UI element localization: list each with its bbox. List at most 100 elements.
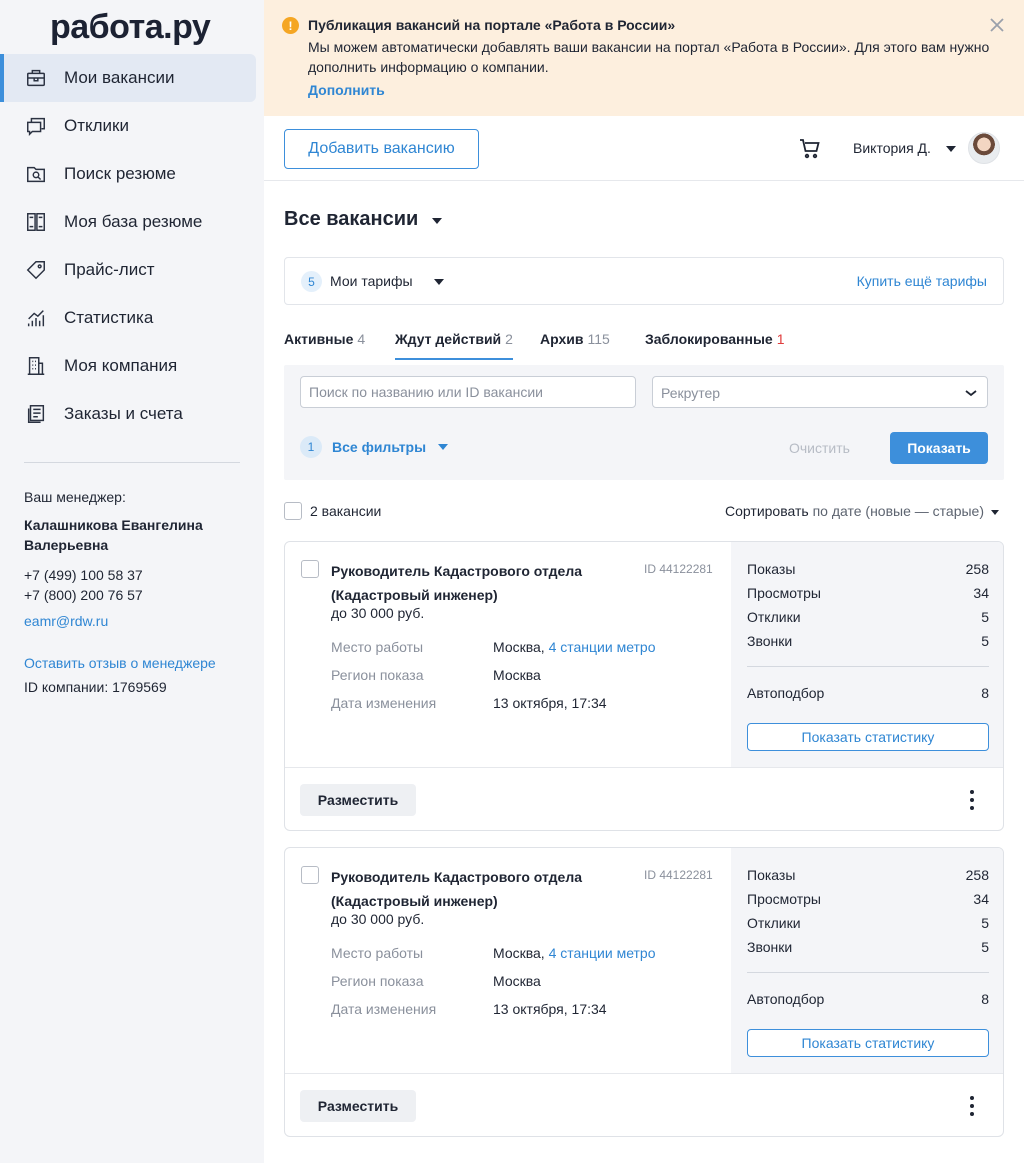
metro-link[interactable]: 4 станции метро: [549, 639, 656, 655]
manager-label: Ваш менеджер:: [24, 489, 126, 505]
sort-label: Сортировать: [725, 503, 809, 519]
stat-value: 258: [965, 867, 989, 883]
vacancy-checkbox[interactable]: [301, 560, 319, 578]
vacancy-salary: до 30 000 руб.: [331, 605, 425, 621]
sidebar-item-price-list[interactable]: Прайс-лист: [0, 246, 264, 294]
sidebar-divider: [24, 462, 240, 463]
more-icon[interactable]: [969, 1096, 975, 1116]
sidebar-item-label: Заказы и счета: [64, 404, 183, 423]
stat-calls: Звонки 5: [747, 633, 989, 649]
chevron-down-icon[interactable]: [434, 279, 444, 285]
vacancies-count: 2 вакансии: [310, 503, 382, 519]
vacancy-card: Руководитель Кадастрового отдела (Кадаст…: [284, 847, 1004, 1137]
region-label: Регион показа: [331, 973, 424, 989]
stat-label: Автоподбор: [747, 685, 825, 701]
list-header: 2 вакансии Сортировать по дате (новые — …: [284, 501, 1004, 521]
stat-views: Просмотры 34: [747, 891, 989, 907]
cart-icon[interactable]: [798, 136, 822, 160]
stat-label: Отклики: [747, 609, 801, 625]
sidebar-item-responses[interactable]: Отклики: [0, 102, 264, 150]
stat-value: 8: [981, 991, 989, 1007]
card-footer: Разместить: [285, 1073, 1003, 1136]
user-name[interactable]: Виктория Д.: [853, 140, 931, 156]
my-tariffs-dropdown[interactable]: Мои тарифы: [330, 273, 413, 289]
tab-label: Ждут действий: [395, 331, 502, 347]
stat-value: 258: [965, 561, 989, 577]
stat-impressions: Показы 258: [747, 561, 989, 577]
info-icon: !: [282, 17, 299, 34]
region-value: Москва: [493, 667, 541, 683]
date-label: Дата изменения: [331, 695, 437, 711]
tab-active[interactable]: Активные 4: [284, 331, 365, 360]
stats-divider: [747, 972, 989, 973]
stat-value: 5: [981, 915, 989, 931]
sidebar-item-label: Моя компания: [64, 356, 178, 375]
tariffs-panel: 5 Мои тарифы Купить ещё тарифы: [284, 257, 1004, 305]
sidebar-item-label: Отклики: [64, 116, 129, 135]
search-input[interactable]: [300, 376, 636, 408]
sidebar-item-resume-search[interactable]: Поиск резюме: [0, 150, 264, 198]
workplace-value: Москва, 4 станции метро: [493, 945, 656, 961]
workplace-city: Москва,: [493, 945, 545, 961]
vacancy-title[interactable]: Руководитель Кадастрового отдела (Кадаст…: [331, 559, 631, 607]
sort-dropdown[interactable]: Сортировать по дате (новые — старые): [725, 503, 984, 519]
vacancy-card: Руководитель Кадастрового отдела (Кадаст…: [284, 541, 1004, 831]
stat-calls: Звонки 5: [747, 939, 989, 955]
chevron-down-icon: [438, 444, 449, 450]
close-icon[interactable]: [988, 16, 1006, 34]
stat-label: Звонки: [747, 633, 793, 649]
show-stats-button[interactable]: Показать статистику: [747, 1029, 989, 1057]
sidebar-item-label: Мои вакансии: [64, 68, 175, 87]
date-value: 13 октября, 17:34: [493, 1001, 607, 1017]
chevron-down-icon[interactable]: [432, 218, 442, 224]
banner-text: Мы можем автоматически добавлять ваши ва…: [308, 39, 990, 75]
manager-feedback-link[interactable]: Оставить отзыв о менеджере: [24, 655, 244, 671]
manager-phone-1: +7 (499) 100 58 37: [24, 567, 143, 583]
banner-complete-link[interactable]: Дополнить: [308, 82, 385, 98]
show-stats-button[interactable]: Показать статистику: [747, 723, 989, 751]
place-button[interactable]: Разместить: [300, 784, 416, 816]
more-icon[interactable]: [969, 790, 975, 810]
page-title[interactable]: Все вакансии: [284, 208, 418, 231]
stat-autoselect: Автоподбор 8: [747, 991, 989, 1007]
briefcase-icon: [24, 66, 48, 90]
sidebar-item-statistics[interactable]: Статистика: [0, 294, 264, 342]
chevron-down-icon[interactable]: [991, 510, 999, 515]
manager-email-link[interactable]: eamr@rdw.ru: [24, 613, 244, 629]
logo[interactable]: работа.ру: [50, 8, 211, 47]
chevron-down-icon[interactable]: [946, 146, 956, 152]
place-button[interactable]: Разместить: [300, 1090, 416, 1122]
recruiter-select[interactable]: Рекрутер: [652, 376, 988, 408]
chevron-down-icon: [965, 390, 977, 397]
tab-label: Активные: [284, 331, 354, 347]
filters-panel: Рекрутер 1 Все фильтры Очистить Показать: [284, 365, 1004, 480]
tariffs-count-badge: 5: [301, 271, 322, 292]
vacancy-checkbox[interactable]: [301, 866, 319, 884]
vacancy-title[interactable]: Руководитель Кадастрового отдела (Кадаст…: [331, 865, 631, 913]
show-button[interactable]: Показать: [890, 432, 988, 464]
stat-label: Отклики: [747, 915, 801, 931]
avatar[interactable]: [968, 132, 1000, 164]
tab-archive[interactable]: Архив 115: [540, 331, 610, 360]
tab-label: Заблокированные: [645, 331, 773, 347]
tab-blocked[interactable]: Заблокированные 1: [645, 331, 785, 360]
clear-button[interactable]: Очистить: [789, 440, 850, 456]
buy-tariffs-link[interactable]: Купить ещё тарифы: [857, 273, 987, 289]
tab-awaiting-action[interactable]: Ждут действий 2: [395, 331, 513, 360]
sidebar-item-my-vacancies[interactable]: Мои вакансии: [0, 54, 256, 102]
sidebar-item-resume-base[interactable]: Моя база резюме: [0, 198, 264, 246]
sort-value: по дате (новые — старые): [812, 503, 984, 519]
all-filters-button[interactable]: 1 Все фильтры: [300, 436, 449, 458]
stat-value: 5: [981, 939, 989, 955]
manager-phone-2: +7 (800) 200 76 57: [24, 587, 143, 603]
add-vacancy-button[interactable]: Добавить вакансию: [284, 129, 479, 169]
stat-label: Показы: [747, 561, 796, 577]
tab-count: 2: [505, 331, 513, 347]
select-all-checkbox[interactable]: [284, 502, 302, 520]
sidebar-item-my-company[interactable]: Моя компания: [0, 342, 264, 390]
metro-link[interactable]: 4 станции метро: [549, 945, 656, 961]
stat-impressions: Показы 258: [747, 867, 989, 883]
sidebar-item-orders[interactable]: Заказы и счета: [0, 390, 264, 438]
manager-name: Калашникова Евангелина Валерьевна: [24, 517, 203, 553]
resume-base-icon: [24, 210, 48, 234]
